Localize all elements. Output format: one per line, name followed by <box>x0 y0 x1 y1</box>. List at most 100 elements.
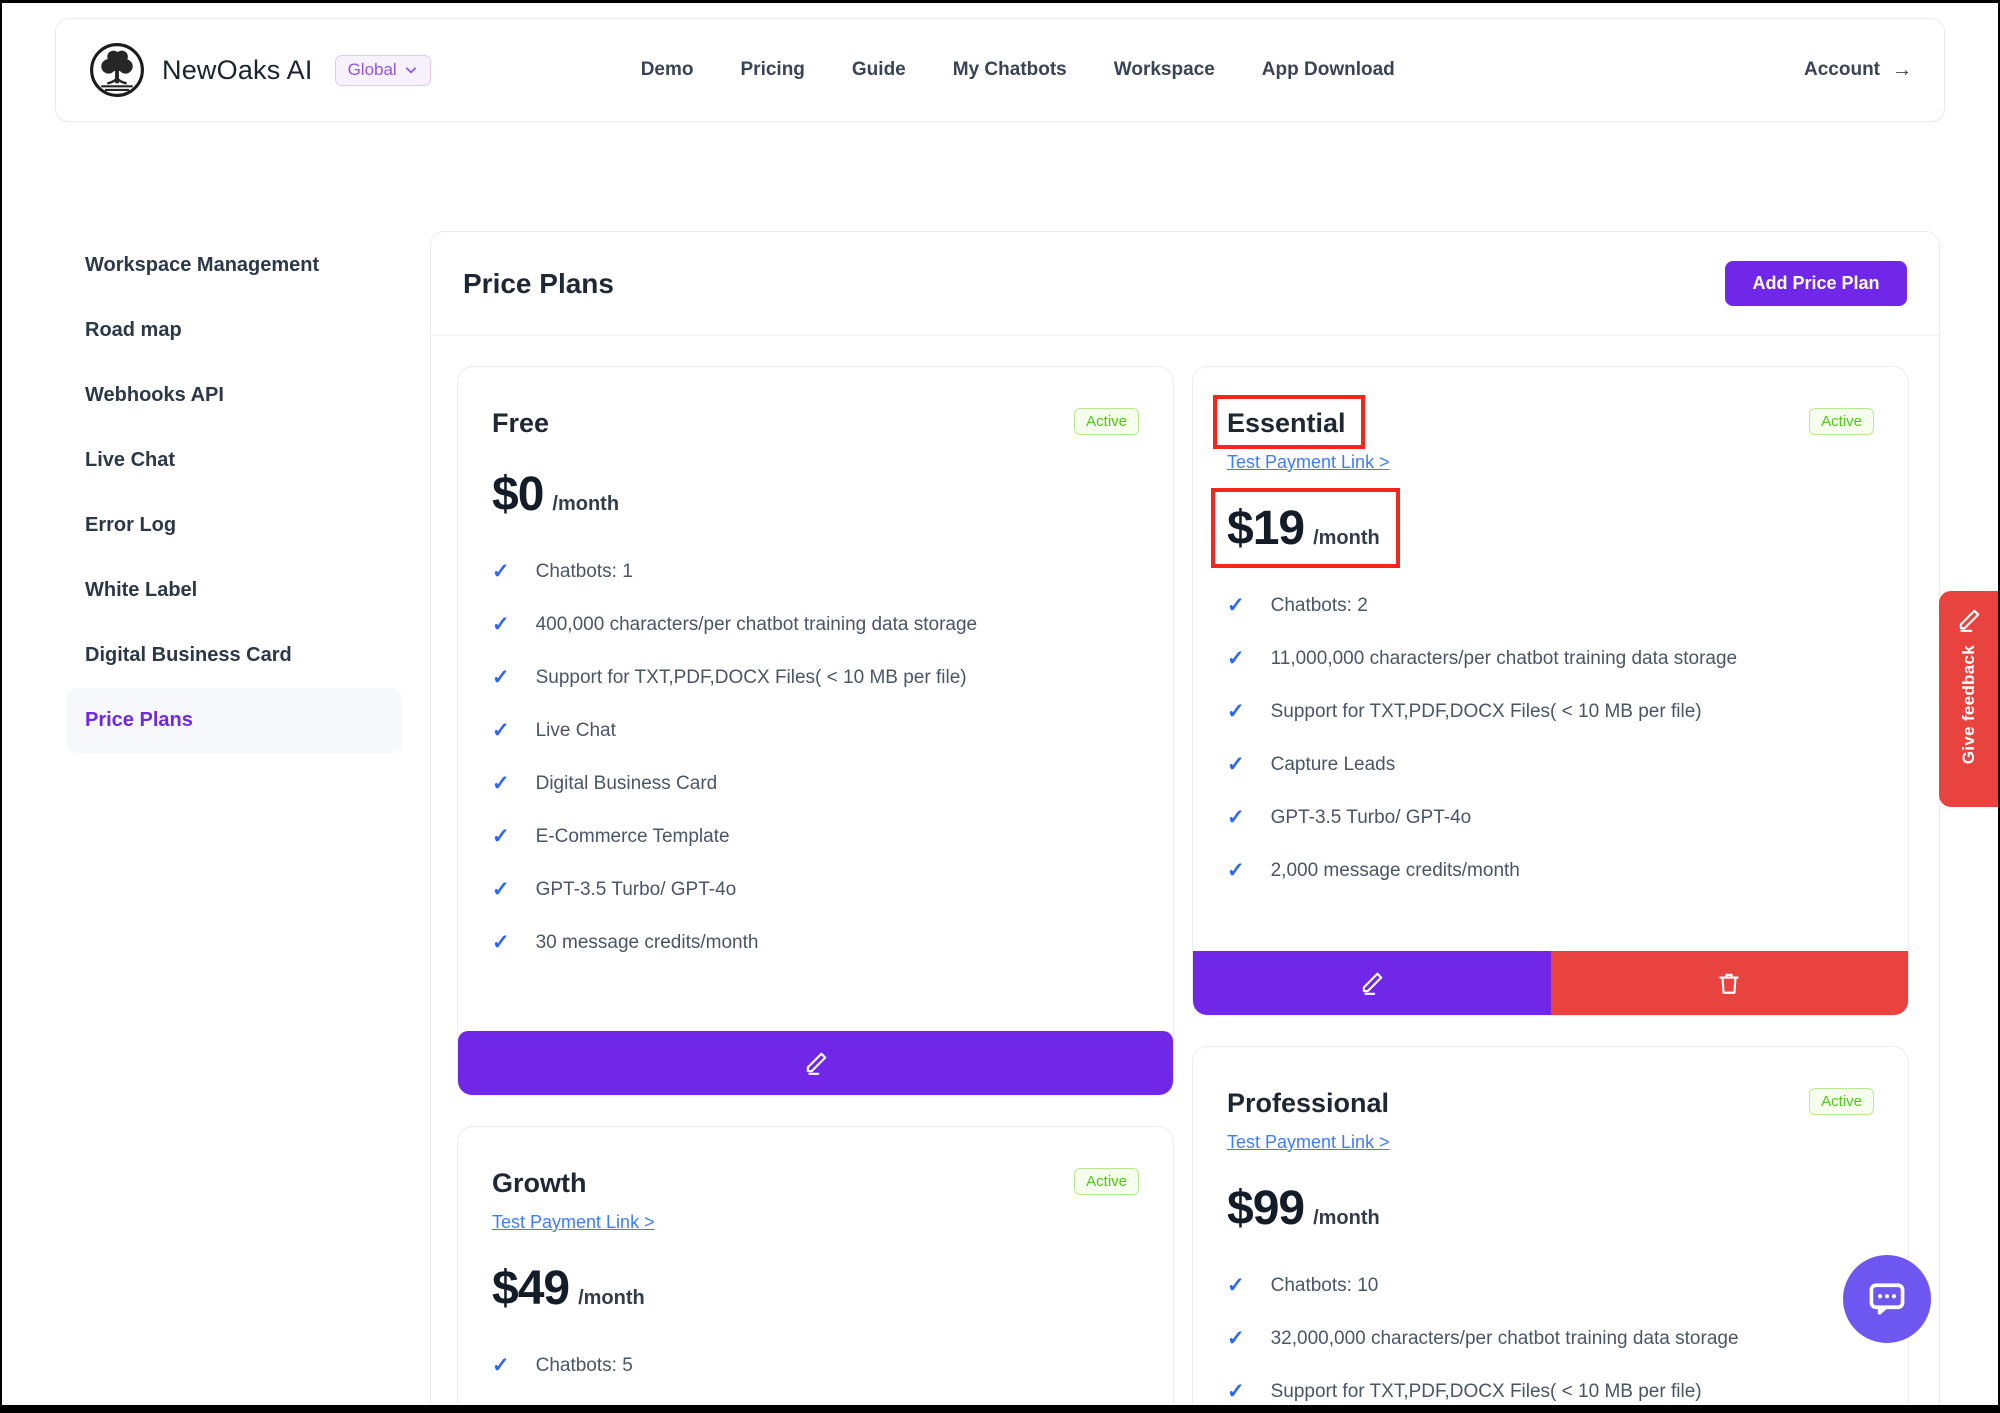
plan-feature: ✓Capture Leads <box>1227 752 1874 778</box>
panel-header: Price Plans Add Price Plan <box>431 232 1939 336</box>
check-icon: ✓ <box>492 559 510 585</box>
plan-feature: ✓Chatbots: 2 <box>1227 593 1874 619</box>
sidebar-item-price-plans[interactable]: Price Plans <box>67 688 402 753</box>
nav-links: Demo Pricing Guide My Chatbots Workspace App … <box>641 59 1395 81</box>
feature-text: Chatbots: 1 <box>536 559 633 585</box>
plan-feature: ✓E-Commerce Template <box>492 824 1139 850</box>
pencil-icon <box>1359 970 1385 996</box>
feature-text: Chatbots: 5 <box>536 1353 633 1379</box>
plan-price: $0 <box>492 467 543 523</box>
plan-header: Growth Active <box>492 1165 1139 1201</box>
plan-price-row: $19 /month <box>1227 501 1380 557</box>
plan-feature: ✓ 30 message credits/month <box>492 930 1139 956</box>
check-icon: ✓ <box>1227 1326 1245 1352</box>
check-icon: ✓ <box>1227 1273 1245 1299</box>
plan-feature: ✓400,000 characters/per chatbot training… <box>492 612 1139 638</box>
feature-text: Support for TXT,PDF,DOCX Files( < 10 MB … <box>536 665 967 691</box>
plan-feature: ✓2,000 message credits/month <box>1227 858 1874 884</box>
give-feedback-tab[interactable]: Give feedback <box>1939 591 1998 807</box>
test-payment-link[interactable]: Test Payment Link > <box>1227 449 1390 475</box>
plans-column-left: Free Active $0 /month ✓Chatbots: 1✓400,0… <box>457 366 1174 1405</box>
plan-feature: ✓ GPT-3.5 Turbo/ GPT-4o <box>492 877 1139 903</box>
status-badge: Active <box>1809 408 1874 435</box>
page-title: Price Plans <box>463 268 614 300</box>
sidebar-item-white-label[interactable]: White Label <box>67 558 402 623</box>
status-badge: Active <box>1074 1168 1139 1195</box>
feature-text: Chatbots: 10 <box>1271 1273 1379 1299</box>
feature-text: Digital Business Card <box>536 771 718 797</box>
region-selector[interactable]: Global <box>335 55 431 86</box>
feature-text: GPT-3.5 Turbo/ GPT-4o <box>536 877 737 903</box>
plan-feature: ✓11,000,000 characters/per chatbot train… <box>1227 646 1874 672</box>
plan-period: /month <box>552 493 619 516</box>
plan-price-row: $0 /month <box>492 467 619 523</box>
feature-text: 32,000,000 characters/per chatbot traini… <box>1271 1326 1739 1352</box>
sidebar-item-road-map[interactable]: Road map <box>67 298 402 363</box>
nav-link-workspace[interactable]: Workspace <box>1114 59 1215 81</box>
account-label: Account <box>1804 59 1880 81</box>
plan-price: $19 <box>1227 501 1304 557</box>
feature-text: Support for TXT,PDF,DOCX Files( < 10 MB … <box>1271 699 1702 725</box>
sidebar-item-webhooks-api[interactable]: Webhooks API <box>67 363 402 428</box>
check-icon: ✓ <box>492 771 510 797</box>
add-price-plan-button[interactable]: Add Price Plan <box>1725 261 1907 306</box>
pencil-icon <box>803 1050 829 1076</box>
sidebar-item-workspace-management[interactable]: Workspace Management <box>67 233 402 298</box>
sidebar: Workspace ManagementRoad mapWebhooks API… <box>67 233 402 753</box>
chat-widget-button[interactable] <box>1843 1255 1931 1343</box>
plan-body: Essential Active Test Payment Link > $19… <box>1193 367 1908 951</box>
plan-card-essential: Essential Active Test Payment Link > $19… <box>1192 366 1909 1016</box>
nav-link-guide[interactable]: Guide <box>852 59 906 81</box>
nav-link-my-chatbots[interactable]: My Chatbots <box>953 59 1067 81</box>
check-icon: ✓ <box>1227 1379 1245 1405</box>
test-payment-link[interactable]: Test Payment Link > <box>492 1209 655 1235</box>
check-icon: ✓ <box>1227 858 1245 884</box>
sidebar-item-error-log[interactable]: Error Log <box>67 493 402 558</box>
check-icon: ✓ <box>492 612 510 638</box>
account-button[interactable]: Account → <box>1804 59 1912 82</box>
plan-card-professional: Professional Active Test Payment Link > … <box>1192 1046 1909 1405</box>
plan-feature: ✓Support for TXT,PDF,DOCX Files( < 10 MB… <box>492 665 1139 691</box>
check-icon: ✓ <box>492 930 510 956</box>
feature-text: Support for TXT,PDF,DOCX Files( < 10 MB … <box>1271 1379 1702 1405</box>
check-icon: ✓ <box>492 877 510 903</box>
plan-feature: ✓ 32,000,000 characters/per chatbot train… <box>1227 1326 1874 1352</box>
plan-body: Professional Active Test Payment Link > … <box>1193 1047 1908 1405</box>
nav-link-pricing[interactable]: Pricing <box>741 59 805 81</box>
plan-card-growth: Growth Active Test Payment Link > $49 /m… <box>457 1126 1174 1405</box>
price-plans-panel: Price Plans Add Price Plan Free Active $… <box>430 231 1940 1405</box>
plan-feature: ✓Support for TXT,PDF,DOCX Files( < 10 MB… <box>1227 699 1874 725</box>
edit-plan-button[interactable] <box>1193 951 1551 1015</box>
plan-feature: ✓Live Chat <box>492 718 1139 744</box>
feature-list: ✓Chatbots: 5✓11,000,000 characters/per c… <box>492 1353 1139 1405</box>
feature-text: Live Chat <box>536 718 616 744</box>
check-icon: ✓ <box>1227 805 1245 831</box>
edit-plan-button[interactable] <box>458 1031 1173 1095</box>
sidebar-item-digital-business-card[interactable]: Digital Business Card <box>67 623 402 688</box>
plan-feature: ✓ Chatbots: 5 <box>492 1353 1139 1379</box>
plan-name: Professional <box>1227 1085 1389 1121</box>
sidebar-item-live-chat[interactable]: Live Chat <box>67 428 402 493</box>
feature-text: Chatbots: 2 <box>1271 593 1368 619</box>
delete-plan-button[interactable] <box>1551 951 1909 1015</box>
feature-list: ✓ Chatbots: 10 ✓ 32,000,000 characters/per … <box>1227 1273 1874 1405</box>
check-icon: ✓ <box>492 824 510 850</box>
plan-header: Professional Active <box>1227 1085 1874 1121</box>
chevron-down-icon <box>404 63 418 77</box>
plan-price: $49 <box>492 1261 569 1317</box>
feature-text: 30 message credits/month <box>536 930 759 956</box>
feature-list: ✓ Chatbots: 1 ✓400,000 characters/per chat… <box>492 559 1139 983</box>
feature-text: 11,000,000 characters/per chatbot traini… <box>1271 646 1738 672</box>
arrow-right-icon: → <box>1892 59 1912 82</box>
trash-icon <box>1716 970 1742 996</box>
plan-actions <box>1193 951 1908 1015</box>
nav-link-app-download[interactable]: App Download <box>1262 59 1395 81</box>
feature-text: GPT-3.5 Turbo/ GPT-4o <box>1271 805 1472 831</box>
plan-price-row: $99 /month <box>1227 1181 1380 1237</box>
check-icon: ✓ <box>492 1353 510 1379</box>
nav-link-demo[interactable]: Demo <box>641 59 694 81</box>
test-payment-link[interactable]: Test Payment Link > <box>1227 1129 1390 1155</box>
feedback-label: Give feedback <box>1959 645 1979 764</box>
newoaks-tree-logo-icon <box>88 41 146 99</box>
plan-name: Essential <box>1227 405 1346 441</box>
